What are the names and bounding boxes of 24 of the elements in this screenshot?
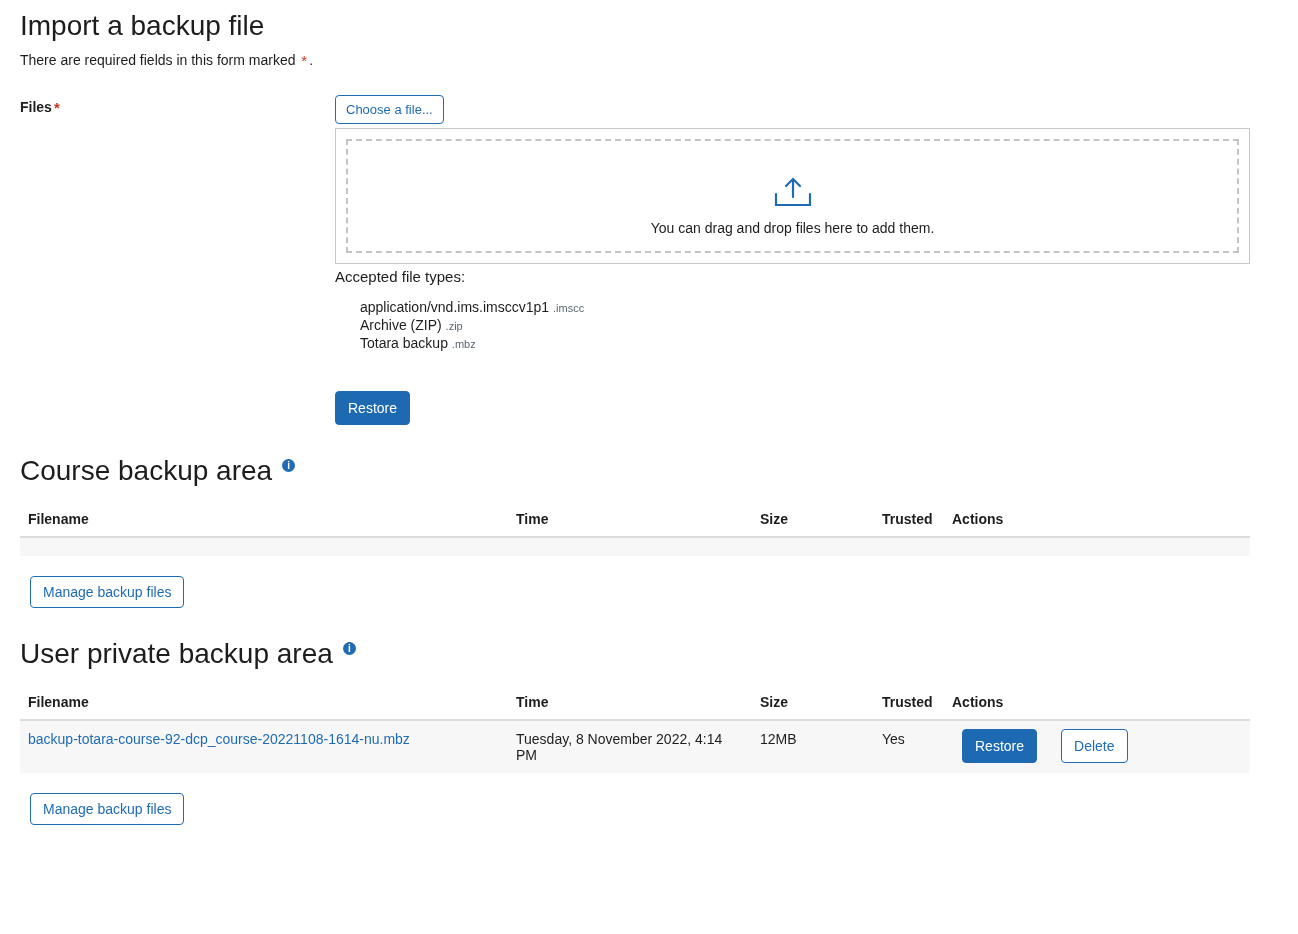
files-label: Files* <box>20 98 61 118</box>
filename-link[interactable]: backup-totara-course-92-dcp_course-20221108-1614-nu.mbz <box>28 731 410 747</box>
choose-file-button[interactable]: Choose a file... <box>335 95 444 124</box>
restore-button[interactable]: Restore <box>335 391 411 425</box>
delete-button[interactable]: Delete <box>1061 729 1128 763</box>
file-type-item: application/vnd.ims.imsccv1p1 .imscc <box>360 299 585 315</box>
file-drop-area[interactable]: You can drag and drop files here to add them. <box>335 128 1250 264</box>
restore-button[interactable]: Restore <box>962 729 1038 763</box>
accepted-types-label: Accepted file types: <box>335 268 466 285</box>
table-cell: Yes <box>874 720 944 773</box>
page-title: Import a backup file <box>20 10 266 42</box>
info-icon[interactable]: i <box>342 642 356 655</box>
manage-backup-files-button[interactable]: Manage backup files <box>30 576 185 608</box>
info-icon[interactable]: i <box>282 459 296 472</box>
file-type-item: Totara backup .mbz <box>360 335 477 351</box>
upload-icon <box>772 176 813 208</box>
table-cell: 12MB <box>752 720 874 773</box>
section-title: Course backup area <box>20 455 273 487</box>
manage-backup-files-button[interactable]: Manage backup files <box>30 793 185 825</box>
table-cell: Tuesday, 8 November 2022, 4:14 PM <box>508 720 752 773</box>
section-title: User private backup area <box>20 638 333 670</box>
drop-hint: You can drag and drop files here to add them. <box>650 220 935 236</box>
file-type-item: Archive (ZIP) .zip <box>360 317 464 333</box>
required-note: There are required fields in this form marked *. <box>20 52 315 69</box>
